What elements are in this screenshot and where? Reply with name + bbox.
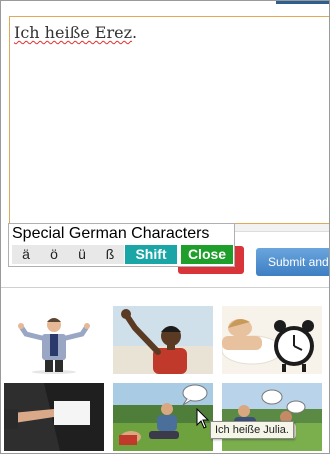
special-characters-keyboard: Special German Characters ä ö ü ß Shift … [8, 223, 235, 267]
key-u-umlaut[interactable]: ü [68, 245, 96, 264]
business-card-image[interactable] [4, 383, 104, 451]
image-tooltip: Ich heiße Julia. [210, 421, 294, 439]
man-waving-image[interactable] [113, 306, 213, 374]
submit-button[interactable]: Submit and [256, 248, 330, 276]
answer-text: Ich heiße Erez [14, 23, 133, 42]
businessman-arms-open-image[interactable] [4, 306, 104, 374]
couple-speech-bubble-park-image[interactable] [222, 383, 322, 451]
close-keyboard-button[interactable]: Close [181, 245, 233, 264]
keyboard-title: Special German Characters [12, 225, 210, 242]
key-a-umlaut[interactable]: ä [12, 245, 40, 264]
mouse-pointer-icon [196, 407, 210, 430]
shift-button[interactable]: Shift [125, 245, 177, 264]
sleeping-alarm-clock-image[interactable] [222, 306, 322, 374]
key-eszett[interactable]: ß [96, 245, 124, 264]
key-o-umlaut[interactable]: ö [40, 245, 68, 264]
answer-textarea[interactable]: Ich heiße Erez. [9, 16, 330, 224]
section-divider [0, 287, 330, 288]
top-edge-bar [276, 0, 330, 4]
